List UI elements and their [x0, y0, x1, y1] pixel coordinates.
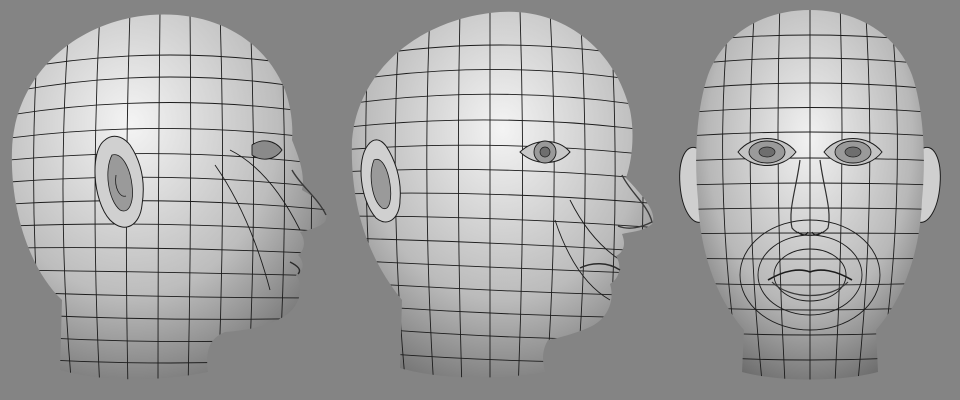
head-front-view	[679, 10, 941, 380]
head-mesh-surface	[11, 14, 327, 380]
head-three-quarter-view	[351, 11, 654, 378]
head-side-profile-view	[11, 14, 327, 380]
modeling-viewport	[0, 0, 960, 400]
